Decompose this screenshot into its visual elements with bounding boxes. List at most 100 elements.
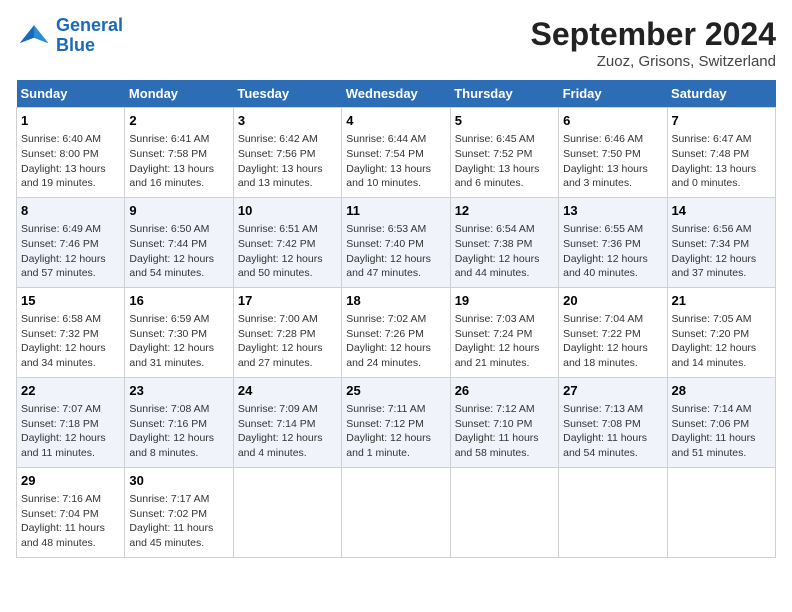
calendar-cell	[342, 467, 450, 557]
day-number: 15	[21, 292, 120, 310]
weekday-monday: Monday	[125, 80, 233, 108]
day-number: 1	[21, 112, 120, 130]
day-number: 5	[455, 112, 554, 130]
calendar-cell: 9Sunrise: 6:50 AMSunset: 7:44 PMDaylight…	[125, 197, 233, 287]
calendar-cell: 3 Sunrise: 6:42 AMSunset: 7:56 PMDaylight…	[233, 108, 341, 198]
day-detail: Sunrise: 7:00 AMSunset: 7:28 PMDaylight:…	[238, 312, 337, 371]
day-number: 29	[21, 472, 120, 490]
weekday-tuesday: Tuesday	[233, 80, 341, 108]
day-detail: Sunrise: 7:11 AMSunset: 7:12 PMDaylight:…	[346, 402, 445, 461]
day-detail: Sunrise: 6:55 AMSunset: 7:36 PMDaylight:…	[563, 222, 662, 281]
day-detail: Sunrise: 7:12 AMSunset: 7:10 PMDaylight:…	[455, 402, 554, 461]
week-row-1: 1Sunrise: 6:40 AMSunset: 8:00 PMDaylight…	[17, 108, 776, 198]
calendar-body: 1Sunrise: 6:40 AMSunset: 8:00 PMDaylight…	[17, 108, 776, 558]
week-row-3: 15 Sunrise: 6:58 AMSunset: 7:32 PMDayligh…	[17, 287, 776, 377]
calendar-cell: 21Sunrise: 7:05 AMSunset: 7:20 PMDayligh…	[667, 287, 775, 377]
day-number: 14	[672, 202, 771, 220]
calendar-cell: 16Sunrise: 6:59 AMSunset: 7:30 PMDayligh…	[125, 287, 233, 377]
calendar-cell: 10 Sunrise: 6:51 AMSunset: 7:42 PMDayligh…	[233, 197, 341, 287]
day-number: 20	[563, 292, 662, 310]
calendar-cell: 17Sunrise: 7:00 AMSunset: 7:28 PMDayligh…	[233, 287, 341, 377]
month-title: September 2024	[531, 16, 776, 53]
calendar-cell	[667, 467, 775, 557]
calendar-cell: 20 Sunrise: 7:04 AMSunset: 7:22 PMDayligh…	[559, 287, 667, 377]
day-number: 9	[129, 202, 228, 220]
calendar-cell: 19 Sunrise: 7:03 AMSunset: 7:24 PMDayligh…	[450, 287, 558, 377]
day-number: 2	[129, 112, 228, 130]
week-row-5: 29 Sunrise: 7:16 AMSunset: 7:04 PMDayligh…	[17, 467, 776, 557]
calendar-cell: 11 Sunrise: 6:53 AMSunset: 7:40 PMDayligh…	[342, 197, 450, 287]
weekday-wednesday: Wednesday	[342, 80, 450, 108]
weekday-saturday: Saturday	[667, 80, 775, 108]
day-number: 25	[346, 382, 445, 400]
day-detail: Sunrise: 7:16 AMSunset: 7:04 PMDaylight:…	[21, 492, 120, 551]
day-detail: Sunrise: 7:07 AMSunset: 7:18 PMDaylight:…	[21, 402, 120, 461]
day-detail: Sunrise: 7:04 AMSunset: 7:22 PMDaylight:…	[563, 312, 662, 371]
day-number: 28	[672, 382, 771, 400]
day-detail: Sunrise: 6:45 AMSunset: 7:52 PMDaylight:…	[455, 132, 554, 191]
calendar-cell: 28 Sunrise: 7:14 AMSunset: 7:06 PMDayligh…	[667, 377, 775, 467]
calendar-cell: 4 Sunrise: 6:44 AMSunset: 7:54 PMDaylight…	[342, 108, 450, 198]
day-number: 16	[129, 292, 228, 310]
weekday-header-row: SundayMondayTuesdayWednesdayThursdayFrid…	[17, 80, 776, 108]
day-detail: Sunrise: 6:44 AMSunset: 7:54 PMDaylight:…	[346, 132, 445, 191]
calendar-cell: 6 Sunrise: 6:46 AMSunset: 7:50 PMDaylight…	[559, 108, 667, 198]
logo-line2: Blue	[56, 35, 95, 55]
day-detail: Sunrise: 7:03 AMSunset: 7:24 PMDaylight:…	[455, 312, 554, 371]
day-detail: Sunrise: 6:46 AMSunset: 7:50 PMDaylight:…	[563, 132, 662, 191]
day-number: 26	[455, 382, 554, 400]
day-detail: Sunrise: 6:58 AMSunset: 7:32 PMDaylight:…	[21, 312, 120, 371]
calendar-cell: 14 Sunrise: 6:56 AMSunset: 7:34 PMDayligh…	[667, 197, 775, 287]
calendar-cell: 25 Sunrise: 7:11 AMSunset: 7:12 PMDayligh…	[342, 377, 450, 467]
logo: General Blue	[16, 16, 123, 56]
day-detail: Sunrise: 6:49 AMSunset: 7:46 PMDaylight:…	[21, 222, 120, 281]
day-detail: Sunrise: 7:02 AMSunset: 7:26 PMDaylight:…	[346, 312, 445, 371]
calendar-cell: 29 Sunrise: 7:16 AMSunset: 7:04 PMDayligh…	[17, 467, 125, 557]
calendar-table: SundayMondayTuesdayWednesdayThursdayFrid…	[16, 80, 776, 558]
calendar-cell: 12 Sunrise: 6:54 AMSunset: 7:38 PMDayligh…	[450, 197, 558, 287]
day-detail: Sunrise: 7:13 AMSunset: 7:08 PMDaylight:…	[563, 402, 662, 461]
weekday-thursday: Thursday	[450, 80, 558, 108]
day-number: 4	[346, 112, 445, 130]
title-block: September 2024 Zuoz, Grisons, Switzerlan…	[531, 16, 776, 70]
day-number: 11	[346, 202, 445, 220]
day-detail: Sunrise: 7:17 AMSunset: 7:02 PMDaylight:…	[129, 492, 228, 551]
day-detail: Sunrise: 6:51 AMSunset: 7:42 PMDaylight:…	[238, 222, 337, 281]
calendar-cell: 5 Sunrise: 6:45 AMSunset: 7:52 PMDaylight…	[450, 108, 558, 198]
weekday-friday: Friday	[559, 80, 667, 108]
calendar-cell: 22Sunrise: 7:07 AMSunset: 7:18 PMDayligh…	[17, 377, 125, 467]
calendar-cell: 1Sunrise: 6:40 AMSunset: 8:00 PMDaylight…	[17, 108, 125, 198]
day-number: 21	[672, 292, 771, 310]
calendar-cell: 18Sunrise: 7:02 AMSunset: 7:26 PMDayligh…	[342, 287, 450, 377]
day-detail: Sunrise: 6:53 AMSunset: 7:40 PMDaylight:…	[346, 222, 445, 281]
day-number: 7	[672, 112, 771, 130]
calendar-cell	[450, 467, 558, 557]
calendar-cell: 26 Sunrise: 7:12 AMSunset: 7:10 PMDayligh…	[450, 377, 558, 467]
calendar-cell: 27 Sunrise: 7:13 AMSunset: 7:08 PMDayligh…	[559, 377, 667, 467]
week-row-2: 8Sunrise: 6:49 AMSunset: 7:46 PMDaylight…	[17, 197, 776, 287]
day-number: 12	[455, 202, 554, 220]
day-number: 3	[238, 112, 337, 130]
day-number: 6	[563, 112, 662, 130]
day-detail: Sunrise: 7:09 AMSunset: 7:14 PMDaylight:…	[238, 402, 337, 461]
calendar-cell: 13 Sunrise: 6:55 AMSunset: 7:36 PMDayligh…	[559, 197, 667, 287]
day-number: 19	[455, 292, 554, 310]
day-number: 10	[238, 202, 337, 220]
day-detail: Sunrise: 6:42 AMSunset: 7:56 PMDaylight:…	[238, 132, 337, 191]
calendar-cell: 8Sunrise: 6:49 AMSunset: 7:46 PMDaylight…	[17, 197, 125, 287]
logo-line1: General	[56, 15, 123, 35]
day-number: 23	[129, 382, 228, 400]
calendar-cell	[559, 467, 667, 557]
day-detail: Sunrise: 6:56 AMSunset: 7:34 PMDaylight:…	[672, 222, 771, 281]
day-detail: Sunrise: 7:14 AMSunset: 7:06 PMDaylight:…	[672, 402, 771, 461]
logo-icon	[16, 18, 52, 54]
calendar-cell: 24Sunrise: 7:09 AMSunset: 7:14 PMDayligh…	[233, 377, 341, 467]
calendar-cell	[233, 467, 341, 557]
calendar-cell: 30 Sunrise: 7:17 AMSunset: 7:02 PMDayligh…	[125, 467, 233, 557]
day-detail: Sunrise: 6:54 AMSunset: 7:38 PMDaylight:…	[455, 222, 554, 281]
day-number: 27	[563, 382, 662, 400]
location: Zuoz, Grisons, Switzerland	[531, 53, 776, 70]
page-header: General Blue September 2024 Zuoz, Grison…	[16, 16, 776, 70]
day-number: 30	[129, 472, 228, 490]
day-number: 13	[563, 202, 662, 220]
